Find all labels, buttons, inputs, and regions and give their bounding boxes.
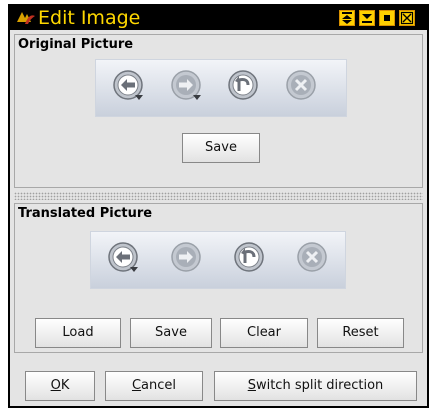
translated-picture-panel: Translated Picture Load Save Clear Reset — [14, 203, 423, 353]
window-title: Edit Image — [38, 7, 141, 29]
ok-button[interactable]: OK — [25, 371, 95, 401]
app-icon — [16, 10, 36, 26]
load-button[interactable]: Load — [35, 318, 121, 348]
close-circle-icon[interactable] — [295, 240, 329, 274]
cancel-button[interactable]: Cancel — [105, 371, 203, 401]
switch-label: witch split direction — [255, 378, 384, 393]
close-circle-icon[interactable] — [284, 68, 318, 102]
maximize-icon[interactable] — [379, 10, 395, 26]
forward-dropdown-icon[interactable] — [169, 68, 203, 102]
original-toolbar — [95, 59, 347, 117]
cancel-label: ancel — [141, 378, 177, 393]
clear-button[interactable]: Clear — [220, 318, 308, 348]
forward-icon[interactable] — [169, 240, 203, 274]
back-dropdown-icon[interactable] — [106, 240, 140, 274]
original-picture-heading: Original Picture — [18, 37, 134, 52]
cancel-mnemonic: C — [131, 378, 142, 393]
back-dropdown-icon[interactable] — [111, 68, 145, 102]
edit-image-window: Edit Image Original Picture Save Transla… — [8, 4, 429, 408]
translated-toolbar — [90, 231, 346, 289]
rotate-icon[interactable] — [226, 68, 260, 102]
ok-mnemonic: O — [50, 378, 61, 393]
close-icon[interactable] — [399, 10, 415, 26]
title-bar[interactable]: Edit Image — [10, 6, 427, 30]
original-save-button[interactable]: Save — [182, 133, 260, 163]
minimize-icon[interactable] — [359, 10, 375, 26]
window-body: Edit Image Original Picture Save Transla… — [10, 6, 427, 406]
split-divider[interactable] — [14, 192, 423, 200]
ok-label: K — [60, 378, 70, 393]
reset-button[interactable]: Reset — [317, 318, 404, 348]
switch-split-direction-button[interactable]: Switch split direction — [214, 371, 417, 401]
rotate-icon[interactable] — [232, 240, 266, 274]
translated-picture-heading: Translated Picture — [18, 206, 153, 221]
original-picture-panel: Original Picture Save — [14, 34, 423, 188]
maximize-vertical-icon[interactable] — [339, 10, 355, 26]
switch-mnemonic: S — [247, 378, 256, 393]
translated-save-button[interactable]: Save — [130, 318, 212, 348]
